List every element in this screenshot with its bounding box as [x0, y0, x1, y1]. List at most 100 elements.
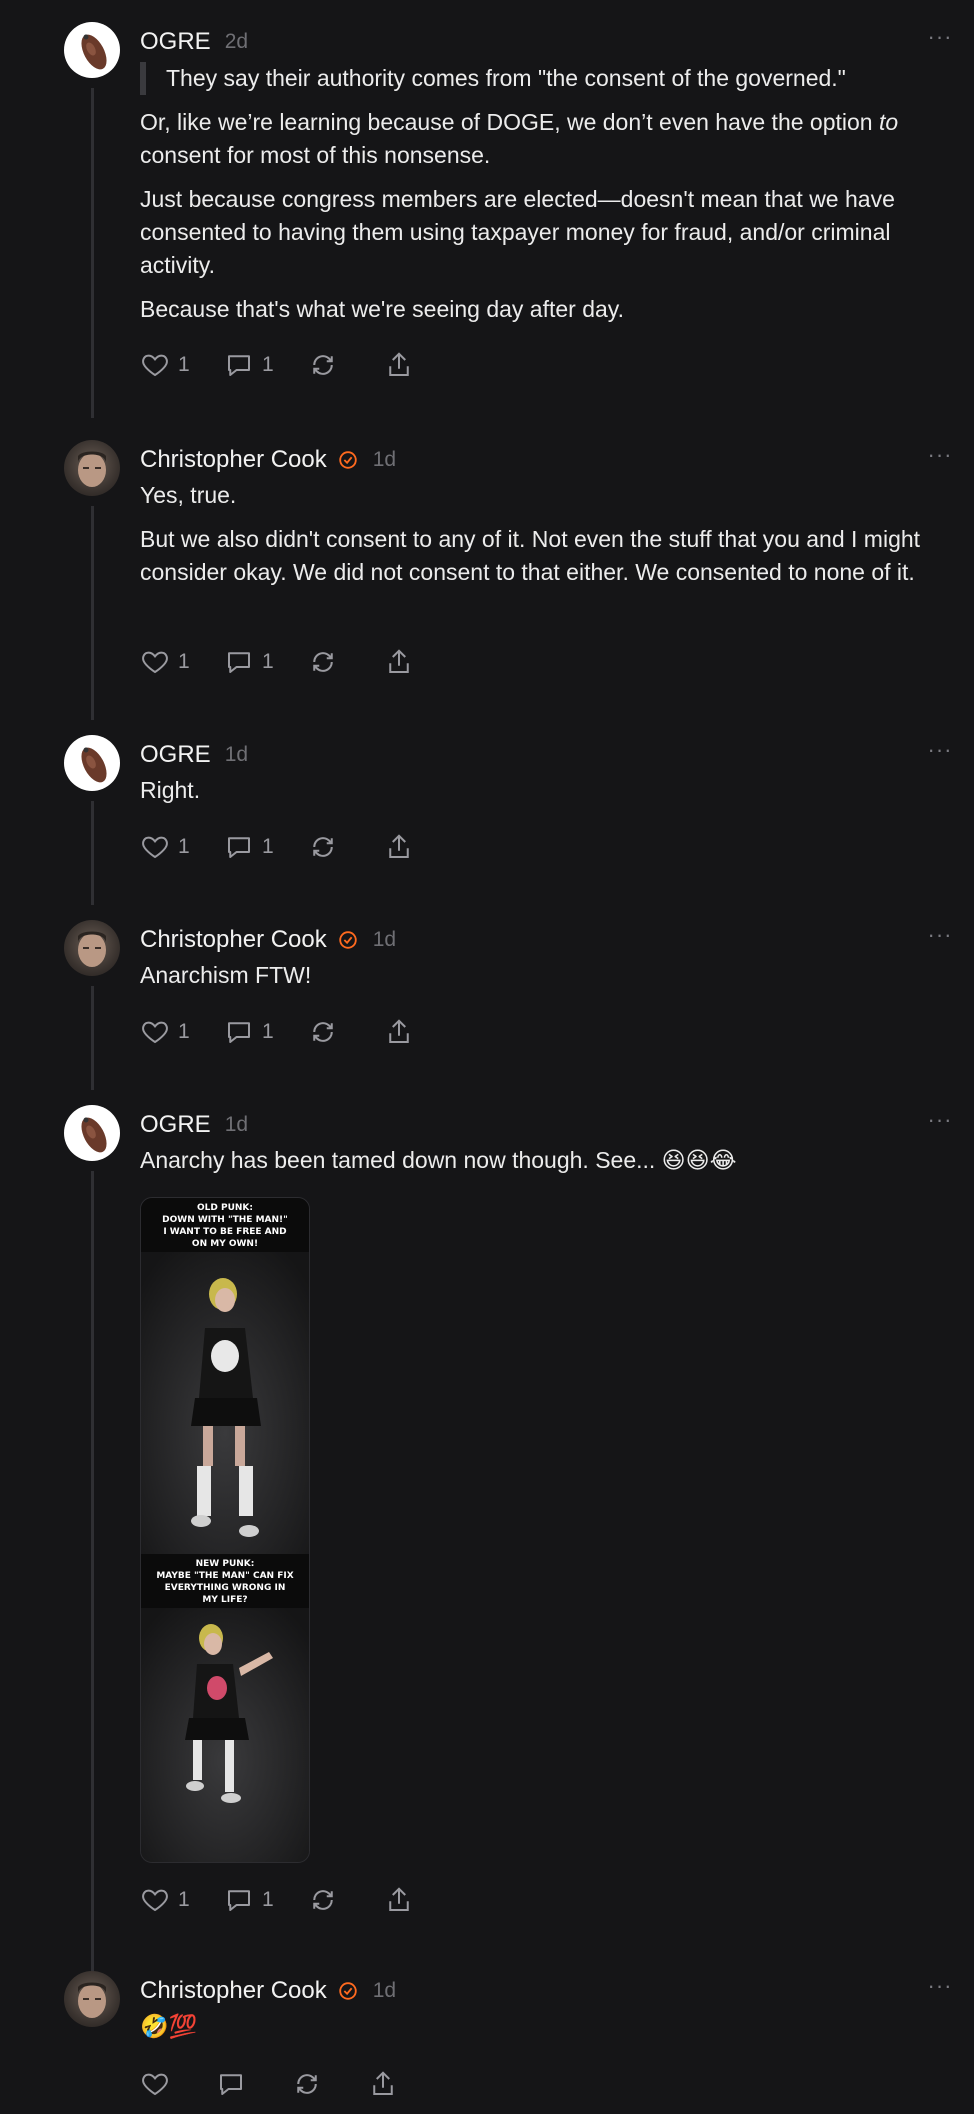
- avatar[interactable]: [64, 22, 120, 78]
- author-name[interactable]: Christopher Cook: [140, 926, 327, 954]
- share-icon: [389, 834, 409, 858]
- post-body: Right.: [140, 774, 950, 818]
- thread-connector: [91, 88, 94, 418]
- comment-icon: [228, 355, 250, 376]
- author-name[interactable]: Christopher Cook: [140, 1977, 327, 2005]
- thread-connector: [91, 506, 94, 720]
- share-button[interactable]: [384, 1885, 460, 1915]
- more-options-icon[interactable]: ···: [924, 444, 956, 468]
- timestamp[interactable]: 1d: [373, 1979, 396, 2003]
- like-button[interactable]: 1: [140, 647, 224, 677]
- reply-button[interactable]: 1: [224, 1017, 308, 1047]
- verified-badge-icon: [339, 931, 357, 949]
- repost-icon: [313, 652, 333, 672]
- timestamp[interactable]: 1d: [225, 1113, 248, 1137]
- share-icon: [389, 1019, 409, 1043]
- more-options-icon[interactable]: ···: [924, 924, 956, 948]
- like-button[interactable]: 1: [140, 1017, 224, 1047]
- author-name[interactable]: OGRE: [140, 28, 211, 56]
- post-image[interactable]: OLD PUNK: DOWN WITH "THE MAN!" I WANT TO…: [140, 1197, 310, 1863]
- repost-icon: [313, 1022, 333, 1042]
- post-actions: 1 1: [140, 645, 460, 679]
- repost-icon: [297, 2074, 317, 2094]
- paragraph: Right.: [140, 777, 201, 803]
- heart-icon: [142, 651, 168, 674]
- like-button[interactable]: 1: [140, 1885, 224, 1915]
- reply-button[interactable]: 1: [224, 1885, 308, 1915]
- post-body: 🤣💯: [140, 2010, 950, 2054]
- author-name[interactable]: OGRE: [140, 741, 211, 769]
- reply-count: 1: [262, 1888, 274, 1911]
- post-header: OGRE 2d: [140, 22, 248, 62]
- timestamp[interactable]: 2d: [225, 30, 248, 54]
- avatar[interactable]: [64, 920, 120, 976]
- avatar[interactable]: [64, 1971, 120, 2027]
- heart-icon: [142, 836, 168, 859]
- post-body: Anarchism FTW!: [140, 959, 950, 1003]
- repost-button[interactable]: [292, 2069, 368, 2099]
- thread-connector: [91, 801, 94, 905]
- avatar[interactable]: [64, 1105, 120, 1161]
- repost-button[interactable]: [308, 1017, 384, 1047]
- reply-button[interactable]: 1: [224, 647, 308, 677]
- reply-button[interactable]: 1: [224, 350, 308, 380]
- like-count: 1: [178, 353, 190, 376]
- timestamp[interactable]: 1d: [373, 928, 396, 952]
- like-button[interactable]: 1: [140, 350, 224, 380]
- comment-icon: [228, 1890, 250, 1911]
- share-button[interactable]: [384, 350, 460, 380]
- reply-button[interactable]: [216, 2069, 292, 2099]
- post-header: OGRE 1d: [140, 735, 248, 775]
- thread-connector: [91, 986, 94, 1090]
- more-options-icon[interactable]: ···: [924, 1975, 956, 1999]
- paragraph: 🤣💯: [140, 2013, 198, 2039]
- verified-badge-icon: [339, 451, 357, 469]
- share-icon: [389, 352, 409, 376]
- verified-badge-icon: [339, 1982, 357, 2000]
- paragraph: Anarchism FTW!: [140, 962, 312, 988]
- reply-button[interactable]: 1: [224, 832, 308, 862]
- post-header: Christopher Cook 1d: [140, 1971, 396, 2011]
- paragraph: Or, like we’re learning because of DOGE,…: [140, 109, 899, 168]
- repost-button[interactable]: [308, 647, 384, 677]
- reply-count: 1: [262, 353, 274, 376]
- like-count: 1: [178, 650, 190, 673]
- avatar[interactable]: [64, 440, 120, 496]
- more-options-icon[interactable]: ···: [924, 739, 956, 763]
- repost-button[interactable]: [308, 832, 384, 862]
- like-button[interactable]: [140, 2069, 216, 2099]
- more-options-icon[interactable]: ···: [924, 1109, 956, 1133]
- share-button[interactable]: [384, 1017, 460, 1047]
- like-count: 1: [178, 1020, 190, 1043]
- author-name[interactable]: Christopher Cook: [140, 446, 327, 474]
- share-button[interactable]: [384, 647, 460, 677]
- repost-button[interactable]: [308, 350, 384, 380]
- like-button[interactable]: 1: [140, 832, 224, 862]
- avatar[interactable]: [64, 735, 120, 791]
- repost-icon: [313, 837, 333, 857]
- comment-icon: [228, 837, 250, 858]
- more-options-icon[interactable]: ···: [924, 26, 956, 50]
- post-header: OGRE 1d: [140, 1105, 248, 1145]
- reply-count: 1: [262, 650, 274, 673]
- timestamp[interactable]: 1d: [373, 448, 396, 472]
- reply-count: 1: [262, 1020, 274, 1043]
- post-actions: 1 1: [140, 348, 460, 382]
- post-header: Christopher Cook 1d: [140, 440, 396, 480]
- timestamp[interactable]: 1d: [225, 743, 248, 767]
- comment-icon: [228, 652, 250, 673]
- meme-caption-bottom: NEW PUNK: MAYBE "THE MAN" CAN FIX EVERYT…: [156, 1559, 294, 1605]
- like-count: 1: [178, 1888, 190, 1911]
- repost-button[interactable]: [308, 1885, 384, 1915]
- share-icon: [389, 1887, 409, 1911]
- share-button[interactable]: [384, 832, 460, 862]
- share-button[interactable]: [368, 2069, 444, 2099]
- repost-icon: [313, 355, 333, 375]
- post-actions: 1 1: [140, 1015, 460, 1049]
- author-name[interactable]: OGRE: [140, 1111, 211, 1139]
- post-actions: 1 1: [140, 1883, 460, 1917]
- share-icon: [373, 2071, 393, 2095]
- repost-icon: [313, 1890, 333, 1910]
- heart-icon: [142, 1021, 168, 1044]
- heart-icon: [142, 2073, 168, 2096]
